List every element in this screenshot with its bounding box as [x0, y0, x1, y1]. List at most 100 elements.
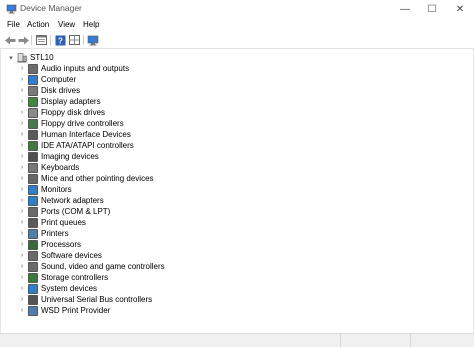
chevron-right-icon[interactable]: › [18, 228, 26, 239]
device-category-item[interactable]: › Sound, video and game controllers [18, 261, 165, 272]
chevron-right-icon[interactable]: › [18, 272, 26, 283]
grid-view-icon[interactable] [68, 34, 80, 46]
device-category-item[interactable]: › Disk drives [18, 85, 165, 96]
device-category-item[interactable]: › Display adapters [18, 96, 165, 107]
device-category-item[interactable]: › System devices [18, 283, 165, 294]
device-category-item[interactable]: › Storage controllers [18, 272, 165, 283]
tree-root[interactable]: ▾ STL10 [7, 52, 54, 63]
forward-arrow-icon[interactable] [17, 34, 29, 46]
device-category-label: Universal Serial Bus controllers [41, 295, 153, 304]
device-category-list: › Audio inputs and outputs › Computer › Disk … [18, 63, 165, 316]
menu-file[interactable]: File [7, 20, 20, 29]
device-category-label: Software devices [41, 251, 102, 260]
root-label: STL10 [30, 53, 54, 62]
chevron-right-icon[interactable]: › [18, 85, 26, 96]
device-category-item[interactable]: › Keyboards [18, 162, 165, 173]
device-category-item[interactable]: › Printers [18, 228, 165, 239]
chevron-right-icon[interactable]: › [18, 206, 26, 217]
device-category-item[interactable]: › Floppy drive controllers [18, 118, 165, 129]
device-category-label: Disk drives [41, 86, 81, 95]
system-icon [28, 283, 38, 294]
device-category-item[interactable]: › Computer [18, 74, 165, 85]
monitor-icon [28, 184, 38, 195]
chevron-right-icon[interactable]: › [18, 305, 26, 316]
device-manager-app-icon [6, 4, 17, 14]
device-category-item[interactable]: › Human Interface Devices [18, 129, 165, 140]
device-category-label: Processors [41, 240, 82, 249]
usb-icon [28, 294, 38, 305]
processor-icon [28, 239, 38, 250]
device-category-label: Network adapters [41, 196, 104, 205]
toolbar-separator [31, 35, 32, 45]
device-category-item[interactable]: › Universal Serial Bus controllers [18, 294, 165, 305]
device-category-item[interactable]: › Network adapters [18, 195, 165, 206]
help-icon[interactable]: ? [54, 34, 66, 46]
properties-icon[interactable] [35, 34, 47, 46]
scan-hardware-icon[interactable] [87, 34, 99, 46]
device-category-item[interactable]: › Print queues [18, 217, 165, 228]
device-category-item[interactable]: › IDE ATA/ATAPI controllers [18, 140, 165, 151]
floppy-icon [28, 107, 38, 118]
device-category-label: Human Interface Devices [41, 130, 131, 139]
device-category-item[interactable]: › Imaging devices [18, 151, 165, 162]
device-category-label: IDE ATA/ATAPI controllers [41, 141, 134, 150]
menu-view[interactable]: View [58, 20, 75, 29]
chevron-right-icon[interactable]: › [18, 63, 26, 74]
chevron-right-icon[interactable]: › [18, 283, 26, 294]
speaker-icon [28, 63, 38, 74]
device-tree[interactable]: ▾ STL10 › Audio inputs and outputs › Comput… [0, 49, 474, 333]
device-category-label: Floppy drive controllers [41, 119, 124, 128]
device-category-label: Sound, video and game controllers [41, 262, 165, 271]
device-category-item[interactable]: › Software devices [18, 250, 165, 261]
back-arrow-icon[interactable] [4, 34, 16, 46]
print-queue-icon [28, 217, 38, 228]
chevron-right-icon[interactable]: › [18, 195, 26, 206]
computer-icon [17, 52, 27, 62]
chevron-right-icon[interactable]: › [18, 294, 26, 305]
chevron-right-icon[interactable]: › [18, 140, 26, 151]
chevron-right-icon[interactable]: › [18, 217, 26, 228]
minimize-button[interactable]: — [391, 0, 419, 18]
device-category-item[interactable]: › Floppy disk drives [18, 107, 165, 118]
toolbar: ? [0, 32, 474, 49]
title-bar: Device Manager — ☐ ✕ [0, 0, 474, 18]
chevron-right-icon[interactable]: › [18, 74, 26, 85]
chevron-right-icon[interactable]: › [18, 107, 26, 118]
chevron-right-icon[interactable]: › [18, 96, 26, 107]
device-category-item[interactable]: › Processors [18, 239, 165, 250]
chevron-right-icon[interactable]: › [18, 162, 26, 173]
hid-icon [28, 129, 38, 140]
device-category-item[interactable]: › Monitors [18, 184, 165, 195]
menu-bar: File Action View Help [0, 18, 474, 32]
camera-icon [28, 151, 38, 162]
chevron-right-icon[interactable]: › [18, 118, 26, 129]
chevron-right-icon[interactable]: › [18, 184, 26, 195]
device-category-item[interactable]: › Ports (COM & LPT) [18, 206, 165, 217]
chevron-right-icon[interactable]: › [18, 250, 26, 261]
device-category-label: Floppy disk drives [41, 108, 106, 117]
port-icon [28, 206, 38, 217]
device-category-item[interactable]: › Audio inputs and outputs [18, 63, 165, 74]
menu-help[interactable]: Help [83, 20, 99, 29]
device-category-label: Ports (COM & LPT) [41, 207, 111, 216]
device-category-label: Computer [41, 75, 77, 84]
chevron-right-icon[interactable]: › [18, 261, 26, 272]
close-button[interactable]: ✕ [446, 0, 474, 18]
device-category-item[interactable]: › Mice and other pointing devices [18, 173, 165, 184]
device-category-label: Display adapters [41, 97, 101, 106]
chevron-right-icon[interactable]: › [18, 151, 26, 162]
chevron-down-icon[interactable]: ▾ [7, 52, 15, 63]
device-category-label: System devices [41, 284, 98, 293]
window-title: Device Manager [20, 3, 82, 13]
chevron-right-icon[interactable]: › [18, 239, 26, 250]
menu-action[interactable]: Action [27, 20, 49, 29]
device-category-item[interactable]: › WSD Print Provider [18, 305, 165, 316]
display-adapter-icon [28, 96, 38, 107]
chevron-right-icon[interactable]: › [18, 173, 26, 184]
status-bar [0, 333, 474, 347]
device-category-label: Printers [41, 229, 69, 238]
controller-icon [28, 118, 38, 129]
toolbar-separator [50, 35, 51, 45]
chevron-right-icon[interactable]: › [18, 129, 26, 140]
maximize-button[interactable]: ☐ [418, 0, 446, 18]
